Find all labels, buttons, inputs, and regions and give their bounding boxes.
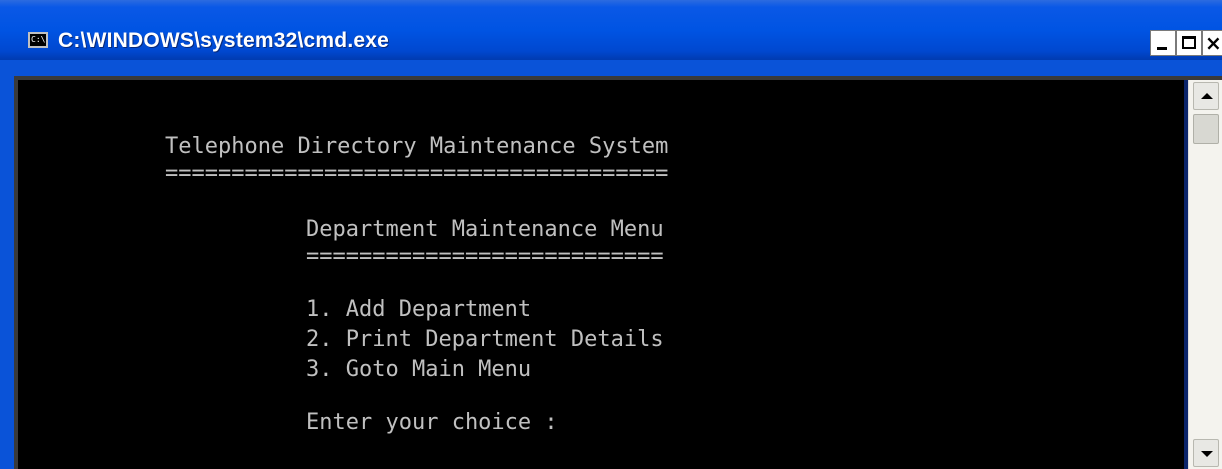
- console-output[interactable]: Telephone Directory Maintenance System =…: [18, 80, 1184, 469]
- maximize-icon: [1182, 36, 1196, 49]
- vertical-scrollbar[interactable]: [1188, 80, 1222, 469]
- close-icon: ×: [1205, 31, 1222, 55]
- app-icon-label: C:\: [31, 35, 46, 44]
- console-window: C:\ C:\WINDOWS\system32\cmd.exe × Teleph…: [0, 0, 1222, 469]
- scroll-down-button[interactable]: [1193, 439, 1219, 467]
- scroll-up-button[interactable]: [1193, 82, 1219, 110]
- console-line-menu-separator: ===========================: [306, 244, 664, 269]
- maximize-button[interactable]: [1176, 30, 1202, 56]
- console-line-option-1: 1. Add Department: [306, 297, 532, 322]
- window-title: C:\WINDOWS\system32\cmd.exe: [58, 29, 390, 52]
- console-line-prompt: Enter your choice :: [306, 410, 558, 435]
- console-line-option-3: 3. Goto Main Menu: [306, 357, 532, 382]
- window-frame-top: [0, 60, 1222, 76]
- minimize-button[interactable]: [1150, 30, 1176, 56]
- console-line-menu-title: Department Maintenance Menu: [306, 217, 664, 242]
- cmd-console-icon[interactable]: C:\: [28, 32, 48, 48]
- scroll-down-arrow-icon: [1201, 451, 1213, 457]
- title-bar[interactable]: C:\ C:\WINDOWS\system32\cmd.exe ×: [0, 0, 1222, 62]
- console-line-option-2: 2. Print Department Details: [306, 327, 664, 352]
- scroll-up-arrow-icon: [1201, 93, 1213, 99]
- console-line-app-title: Telephone Directory Maintenance System: [165, 134, 669, 159]
- console-line-separator: ======================================: [165, 161, 669, 186]
- close-button[interactable]: ×: [1202, 30, 1222, 56]
- scroll-thumb[interactable]: [1193, 114, 1219, 144]
- minimize-icon: [1157, 47, 1167, 50]
